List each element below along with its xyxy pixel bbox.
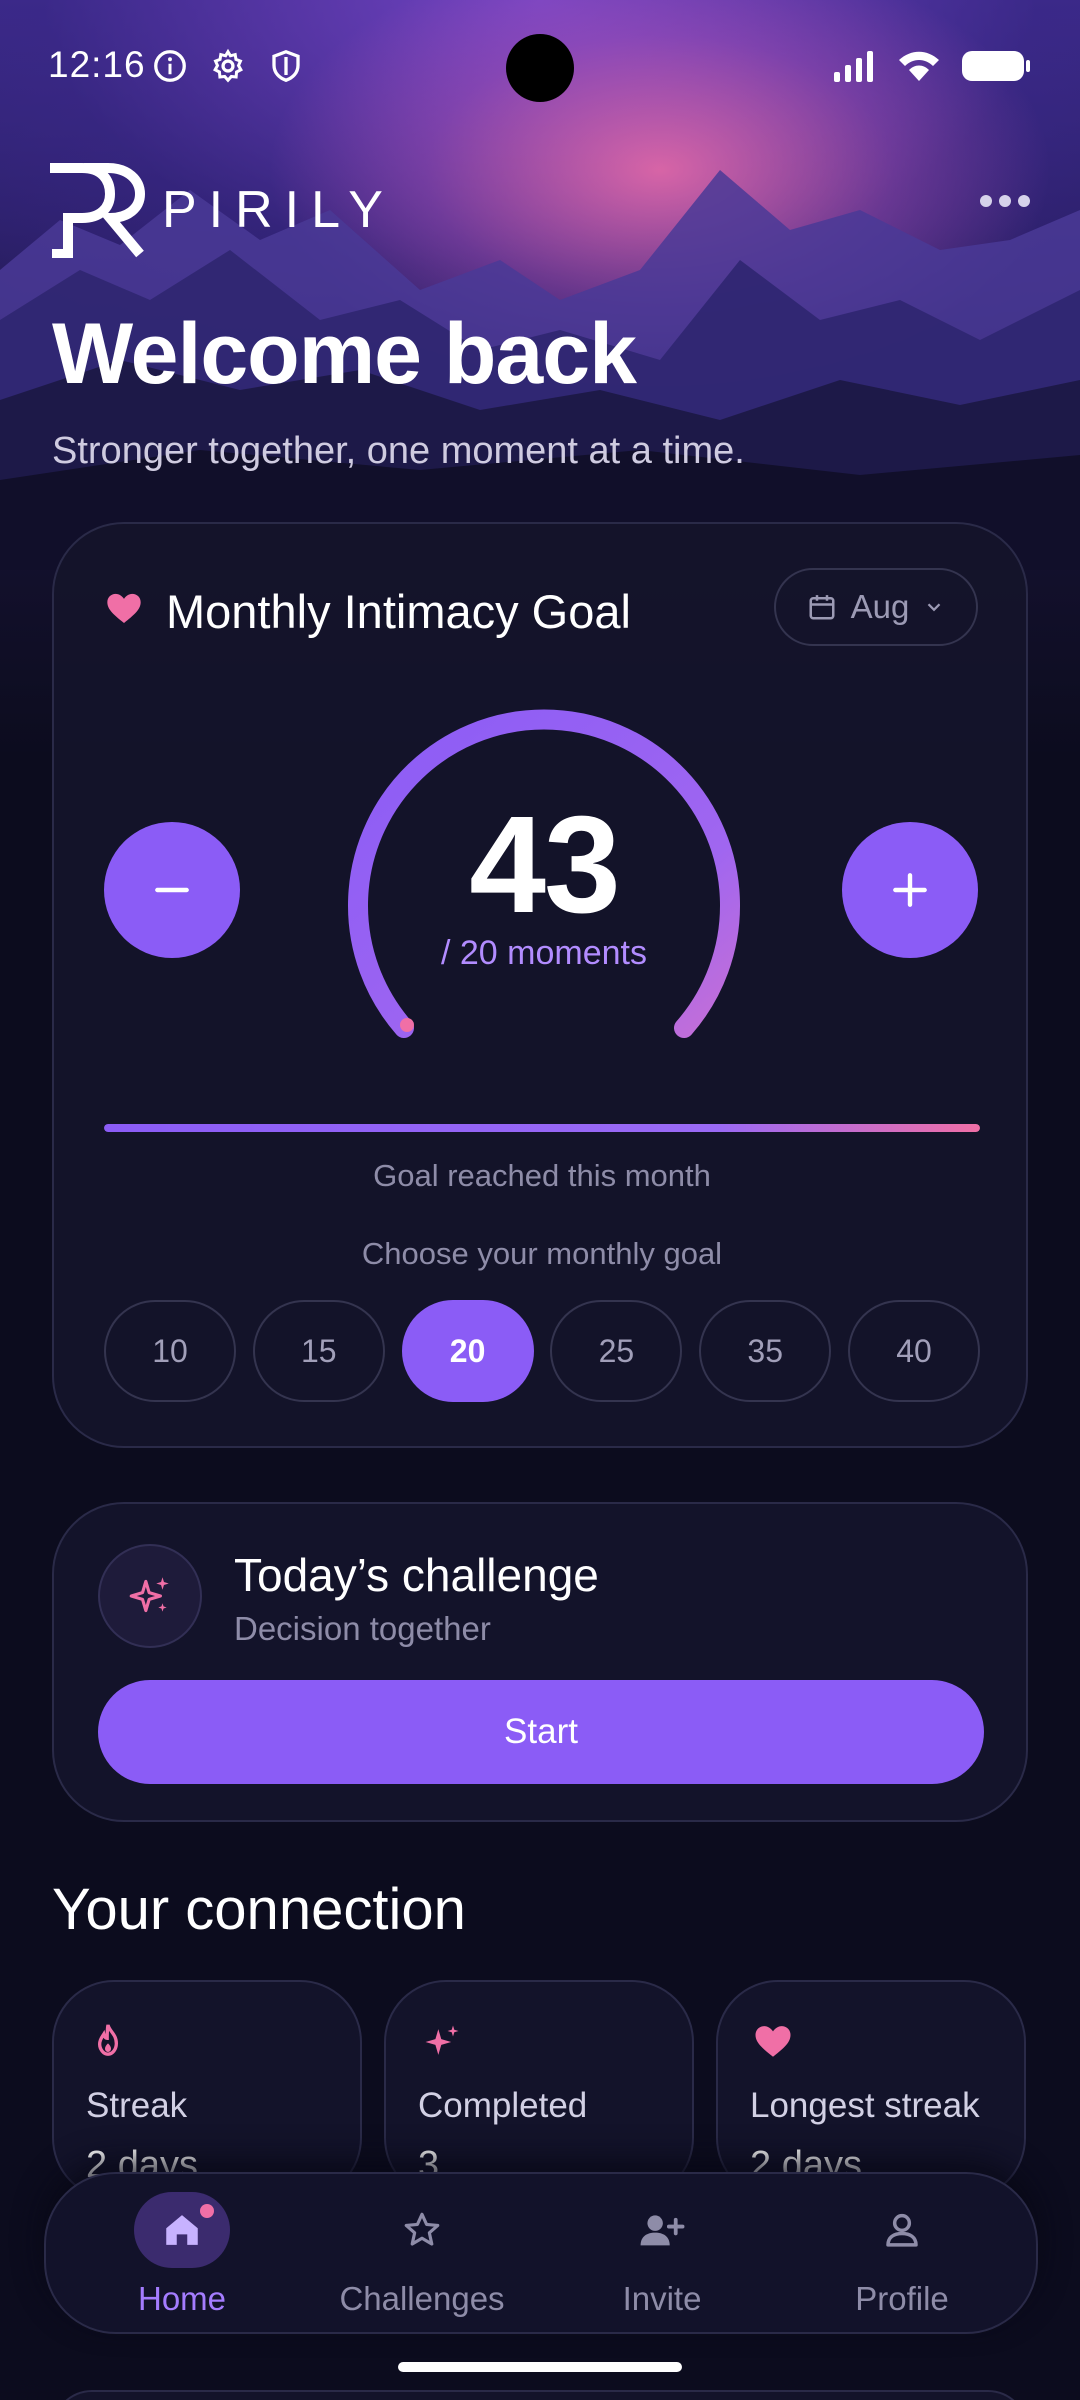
challenge-subtitle: Decision together — [234, 1610, 491, 1647]
todays-challenge-card: Today’s challenge Decision together Star… — [52, 1502, 1028, 1822]
stat-label: Longest streak — [750, 2086, 980, 2125]
signal-icon — [834, 51, 873, 82]
goal-option-10[interactable]: 10 — [104, 1300, 236, 1402]
page-subtitle: Stronger together, one moment at a time. — [52, 430, 745, 472]
goal-count: 43 — [469, 788, 621, 942]
nav-label: Invite — [622, 2280, 702, 2317]
goal-option-20[interactable]: 20 — [401, 1300, 534, 1402]
info-icon — [154, 50, 186, 82]
goal-option-25[interactable]: 25 — [550, 1300, 683, 1402]
start-challenge-button[interactable]: Start — [98, 1680, 984, 1784]
challenge-title: Today’s challenge — [234, 1549, 599, 1601]
gear-icon — [213, 48, 243, 83]
more-options-button[interactable] — [980, 195, 1030, 207]
sparkles-icon — [425, 2025, 459, 2055]
home-indicator[interactable] — [398, 2362, 682, 2372]
nav-invite[interactable]: Invite — [562, 2192, 762, 2322]
goal-status-text: Goal reached this month — [373, 1158, 711, 1193]
stat-card-streak: Streak 2 days — [52, 1980, 362, 2200]
brand-logo: PIRILY — [44, 162, 395, 258]
chevron-down-icon — [928, 603, 941, 612]
status-time: 12:16 — [48, 44, 146, 85]
goal-caption: / 20 moments — [441, 934, 647, 972]
flame-icon — [97, 2024, 119, 2056]
wifi-icon — [899, 51, 939, 81]
battery-icon — [962, 51, 1030, 81]
plus-icon — [893, 873, 927, 907]
goal-progress-bar — [104, 1124, 980, 1132]
camera-cutout — [506, 34, 574, 102]
goal-progress-fill — [104, 1124, 980, 1132]
stat-card-longest-streak: Longest streak 2 days — [716, 1980, 1026, 2200]
bottom-navigation: Home Challenges Invite Profile — [44, 2172, 1038, 2334]
goal-option-40[interactable]: 40 — [847, 1300, 980, 1402]
nav-label: Home — [137, 2280, 227, 2317]
calendar-icon — [809, 595, 835, 620]
decrement-button[interactable] — [104, 822, 240, 958]
challenge-icon-badge — [98, 1544, 202, 1648]
nav-label: Challenges — [339, 2280, 505, 2317]
sparkles-icon — [129, 1577, 169, 1613]
status-bar: 12:16 — [0, 0, 1080, 140]
increment-button[interactable] — [842, 822, 978, 958]
minus-icon — [155, 887, 189, 893]
home-icon — [166, 2215, 198, 2245]
shield-icon — [272, 49, 300, 82]
heart-icon — [107, 593, 141, 623]
nav-challenges[interactable]: Challenges — [322, 2192, 522, 2322]
page-title: Welcome back — [52, 306, 637, 402]
logo-mark-icon — [50, 163, 146, 258]
heart-icon — [755, 2026, 791, 2057]
user-icon — [886, 2213, 918, 2247]
star-icon — [404, 2212, 440, 2246]
next-card-peek — [52, 2390, 1028, 2400]
month-picker[interactable]: Aug — [774, 568, 978, 646]
stat-card-completed: Completed 3 — [384, 1980, 694, 2200]
notification-dot — [200, 2204, 214, 2218]
home-icon-wrap — [134, 2192, 230, 2268]
goal-option-35[interactable]: 35 — [699, 1300, 832, 1402]
connection-section-title: Your connection — [52, 1877, 466, 1942]
gauge-start-dot — [400, 1018, 414, 1032]
nav-home[interactable]: Home — [82, 2192, 282, 2322]
status-icons-right — [832, 48, 1032, 84]
goal-title: Monthly Intimacy Goal — [166, 585, 631, 638]
goal-choose-label: Choose your monthly goal — [361, 1236, 723, 1271]
nav-profile[interactable]: Profile — [802, 2192, 1002, 2322]
goal-options: 10 15 20 25 35 40 — [104, 1300, 980, 1402]
brand-name: PIRILY — [162, 181, 395, 239]
stat-label: Streak — [86, 2086, 188, 2125]
month-value: Aug — [850, 588, 910, 625]
monthly-goal-card: Monthly Intimacy Goal Aug 43 / 20 moment… — [52, 522, 1028, 1448]
add-user-icon — [640, 2215, 685, 2246]
goal-option-15[interactable]: 15 — [252, 1300, 385, 1402]
status-icons-left — [152, 48, 304, 84]
more-horizontal-icon — [980, 195, 992, 207]
stat-label: Completed — [418, 2086, 588, 2125]
nav-label: Profile — [855, 2280, 949, 2317]
